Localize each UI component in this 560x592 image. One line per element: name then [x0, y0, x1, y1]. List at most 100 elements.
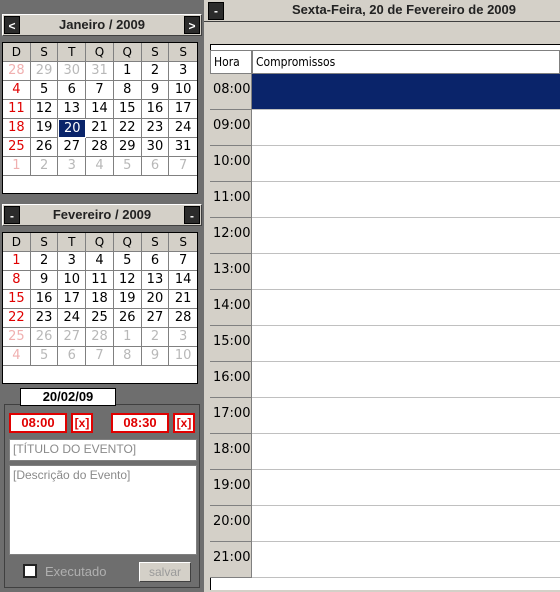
appointment-slot[interactable]: [252, 290, 560, 326]
calendar-day[interactable]: 29: [30, 62, 59, 81]
calendar-day[interactable]: 22: [113, 119, 142, 138]
calendar-day[interactable]: 30: [141, 138, 170, 157]
calendar-day[interactable]: 5: [113, 157, 142, 176]
appointment-slot[interactable]: [252, 110, 560, 146]
calendar-day[interactable]: 26: [113, 309, 142, 328]
calendar-day[interactable]: 14: [169, 271, 198, 290]
calendar-day[interactable]: 2: [30, 157, 59, 176]
appointment-slot[interactable]: [252, 362, 560, 398]
calendar-day[interactable]: 14: [86, 100, 114, 119]
calendar-day[interactable]: 18: [3, 119, 31, 138]
calendar-day[interactable]: 1: [3, 157, 31, 176]
calendar-day[interactable]: 28: [86, 138, 114, 157]
appointment-slot[interactable]: [252, 74, 560, 110]
calendar-day[interactable]: 13: [58, 100, 87, 119]
calendar-day[interactable]: 22: [3, 309, 31, 328]
calendar-day[interactable]: 4: [3, 347, 31, 366]
calendar-day[interactable]: 2: [141, 328, 170, 347]
calendar-day[interactable]: 16: [141, 100, 170, 119]
calendar-day[interactable]: 26: [30, 328, 59, 347]
calendar-day[interactable]: 17: [169, 100, 198, 119]
calendar-day[interactable]: 12: [113, 271, 142, 290]
calendar-day[interactable]: 25: [3, 328, 31, 347]
calendar-day[interactable]: 4: [3, 81, 31, 100]
calendar-day[interactable]: 4: [86, 157, 114, 176]
calendar-day[interactable]: 17: [58, 290, 87, 309]
calendar-day[interactable]: 20: [141, 290, 170, 309]
calendar-day[interactable]: 19: [113, 290, 142, 309]
calendar-day[interactable]: 7: [86, 81, 114, 100]
calendar-day[interactable]: 3: [169, 62, 198, 81]
calendar-day[interactable]: 2: [141, 62, 170, 81]
calendar-day[interactable]: 12: [30, 100, 59, 119]
calendar-day[interactable]: 16: [30, 290, 59, 309]
calendar-day[interactable]: 6: [141, 252, 170, 271]
calendar-day[interactable]: 15: [3, 290, 31, 309]
calendar-day[interactable]: 1: [3, 252, 31, 271]
calendar-day[interactable]: 8: [113, 347, 142, 366]
calendar-day[interactable]: 9: [141, 81, 170, 100]
calendar-day[interactable]: 25: [86, 309, 114, 328]
calendar-day[interactable]: 26: [30, 138, 59, 157]
calendar-day[interactable]: 13: [141, 271, 170, 290]
calendar-day[interactable]: 3: [58, 157, 87, 176]
calendar-day[interactable]: 1: [113, 328, 142, 347]
appointment-slot[interactable]: [252, 254, 560, 290]
calendar-day[interactable]: 11: [3, 100, 31, 119]
calendar-day[interactable]: 27: [58, 138, 87, 157]
calendar-day[interactable]: 6: [58, 347, 87, 366]
calendar-day[interactable]: 11: [86, 271, 114, 290]
calendar-day[interactable]: 19: [30, 119, 59, 138]
executed-checkbox[interactable]: [23, 564, 37, 578]
calendar-day[interactable]: 6: [141, 157, 170, 176]
calendar-day[interactable]: 7: [86, 347, 114, 366]
calendar-day[interactable]: 27: [58, 328, 87, 347]
calendar-day[interactable]: 28: [86, 328, 114, 347]
appointment-slot[interactable]: [252, 182, 560, 218]
calendar-day[interactable]: 15: [113, 100, 142, 119]
next-month-button[interactable]: >: [184, 16, 200, 34]
event-description-input[interactable]: [Descrição do Evento]: [9, 465, 197, 555]
calendar-day[interactable]: 1: [113, 62, 142, 81]
collapse-button[interactable]: -: [208, 2, 224, 20]
appointment-slot[interactable]: [252, 434, 560, 470]
calendar-day[interactable]: 4: [86, 252, 114, 271]
calendar-day[interactable]: 5: [30, 81, 59, 100]
appointment-slot[interactable]: [252, 326, 560, 362]
appointment-slot[interactable]: [252, 506, 560, 542]
calendar-day[interactable]: 10: [169, 81, 198, 100]
calendar-day[interactable]: 7: [169, 157, 198, 176]
calendar-day[interactable]: 31: [86, 62, 114, 81]
appointment-slot[interactable]: [252, 146, 560, 182]
calendar-day[interactable]: 9: [30, 271, 59, 290]
calendar-day[interactable]: 20: [58, 119, 87, 138]
calendar-day[interactable]: 31: [169, 138, 198, 157]
calendar-day[interactable]: 18: [86, 290, 114, 309]
start-time-field[interactable]: 08:00: [9, 413, 67, 433]
calendar-day[interactable]: 3: [169, 328, 198, 347]
calendar-day[interactable]: 21: [86, 119, 114, 138]
calendar-day[interactable]: 30: [58, 62, 87, 81]
calendar-day[interactable]: 2: [30, 252, 59, 271]
calendar-day[interactable]: 27: [141, 309, 170, 328]
calendar-day[interactable]: 23: [30, 309, 59, 328]
calendar-day[interactable]: 10: [169, 347, 198, 366]
calendar-day[interactable]: 24: [58, 309, 87, 328]
calendar-day[interactable]: 24: [169, 119, 198, 138]
save-button[interactable]: salvar: [139, 562, 191, 582]
event-title-input[interactable]: [TÍTULO DO EVENTO]: [9, 439, 197, 461]
calendar-day[interactable]: 25: [3, 138, 31, 157]
calendar-day[interactable]: 10: [58, 271, 87, 290]
calendar-day[interactable]: 5: [30, 347, 59, 366]
end-time-field[interactable]: 08:30: [111, 413, 169, 433]
calendar-day[interactable]: 28: [169, 309, 198, 328]
appointment-slot[interactable]: [252, 218, 560, 254]
calendar-day[interactable]: 29: [113, 138, 142, 157]
calendar-day[interactable]: 8: [113, 81, 142, 100]
calendar-day[interactable]: 6: [58, 81, 87, 100]
prev-month-button[interactable]: <: [4, 16, 20, 34]
appointment-slot[interactable]: [252, 542, 560, 578]
clear-end-time-button[interactable]: [x]: [173, 413, 195, 433]
calendar-day[interactable]: 7: [169, 252, 198, 271]
collapse-button[interactable]: -: [184, 206, 200, 224]
